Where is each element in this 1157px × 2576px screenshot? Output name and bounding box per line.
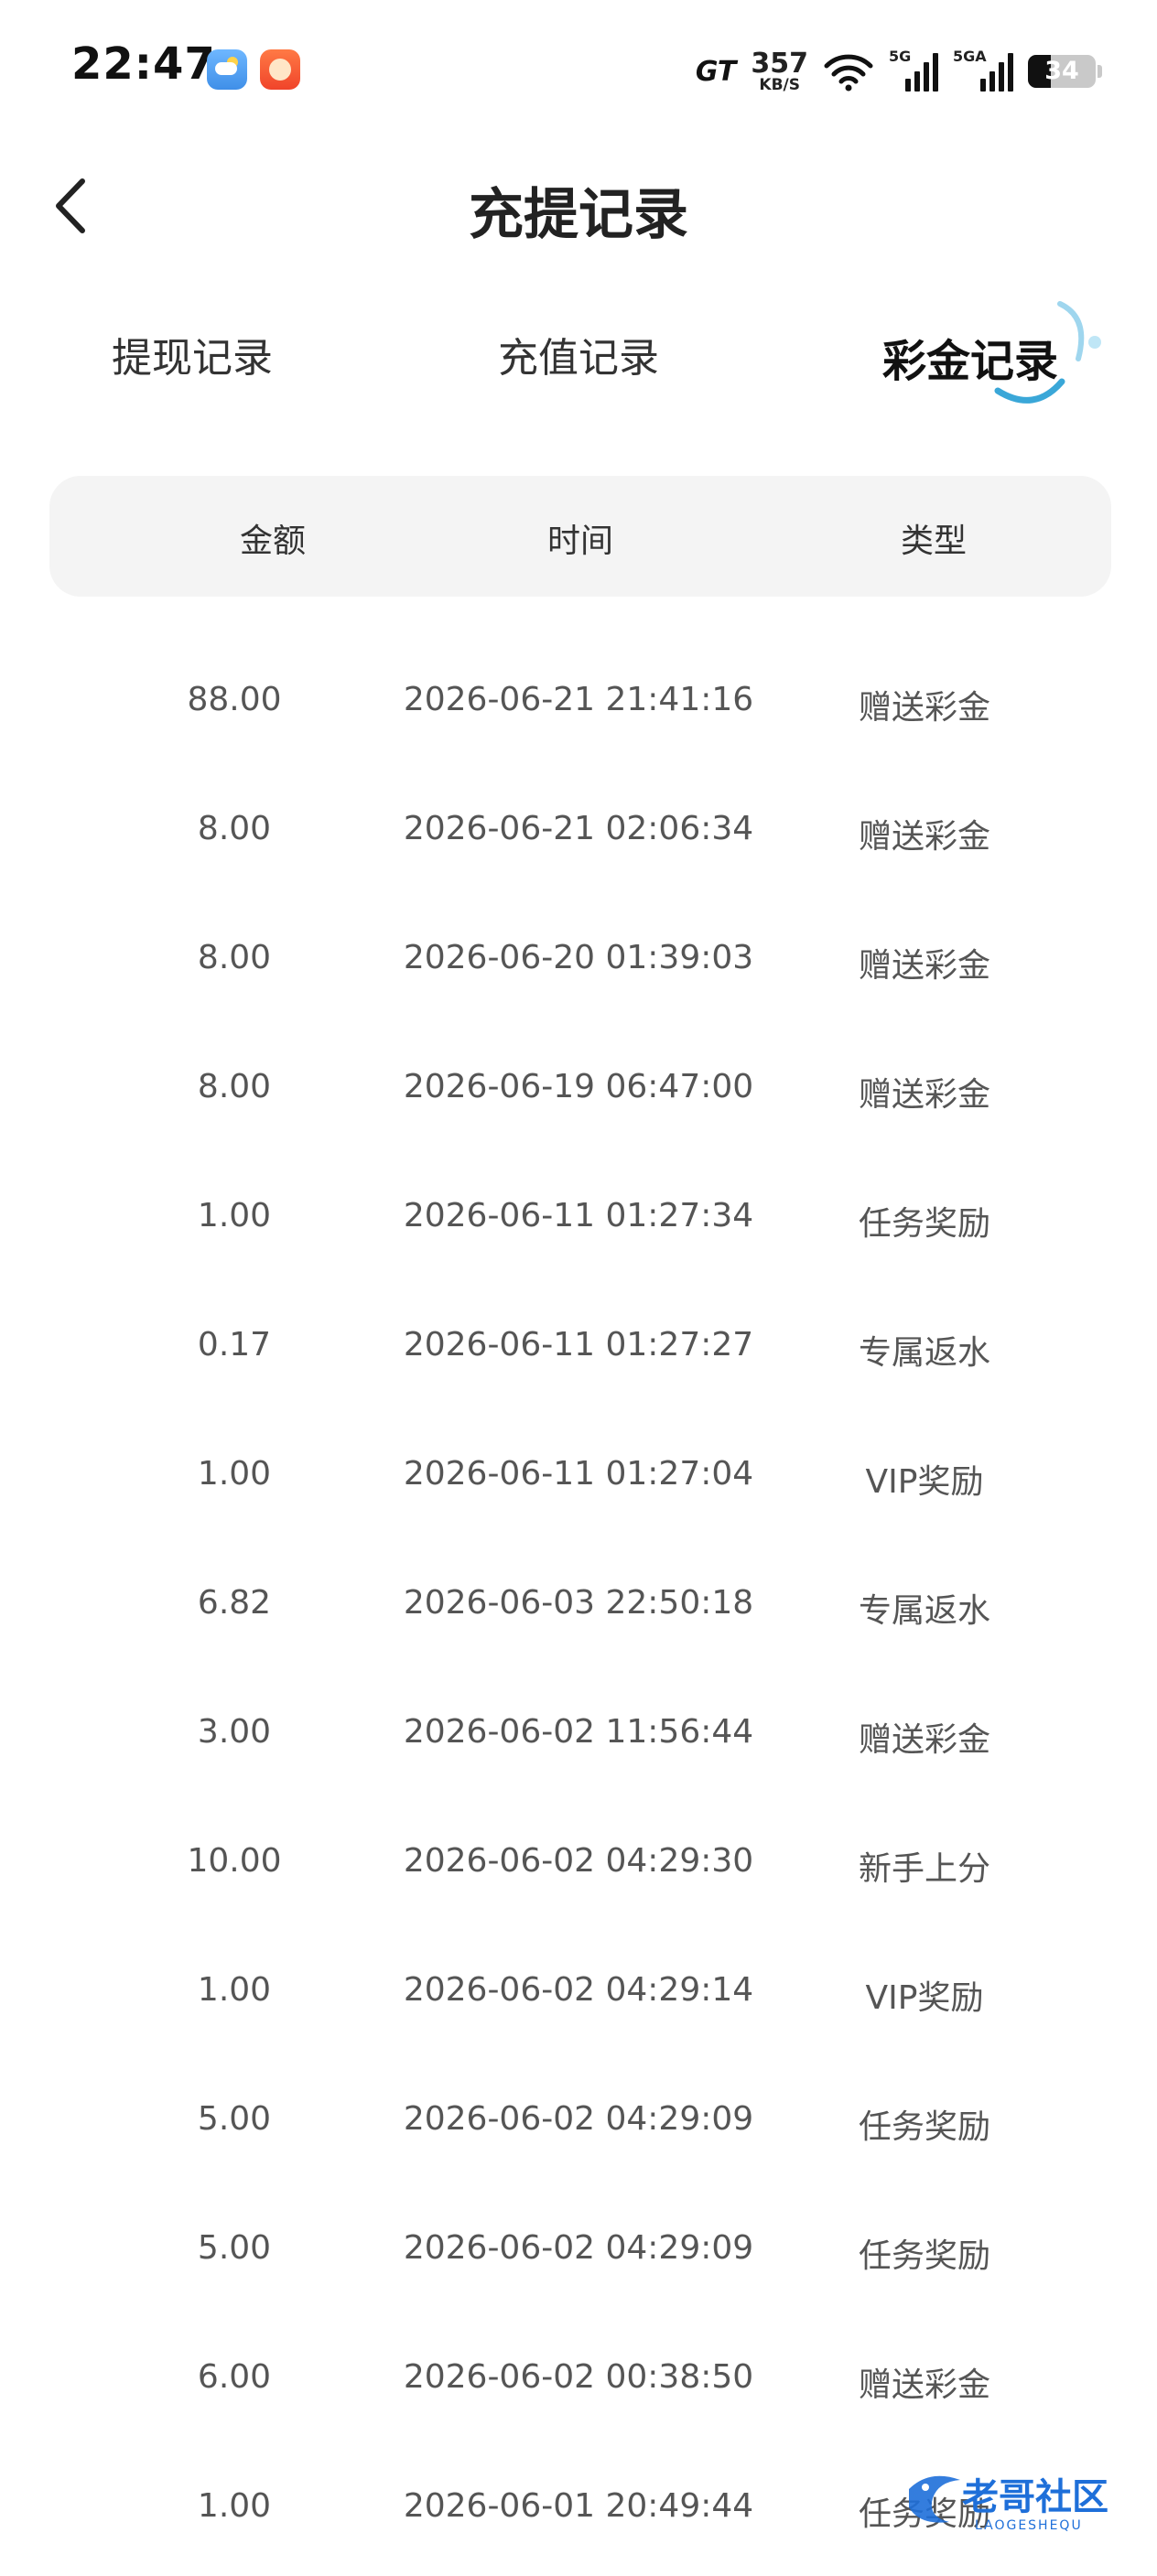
- type-cell: 任务奖励: [858, 2108, 990, 2146]
- time-cell: 2026-06-02 11:56:44: [403, 1713, 754, 1751]
- table-row: 88.00 2026-06-21 21:41:16 赠送彩金: [0, 641, 1157, 770]
- table-row: 6.00 2026-06-02 00:38:50 赠送彩金: [0, 2318, 1157, 2447]
- time-cell: 2026-06-02 04:29:09: [403, 2229, 754, 2267]
- type-cell: VIP奖励: [865, 1979, 984, 2017]
- network-brand: GT: [695, 55, 737, 88]
- type-cell: 专属返水: [858, 1592, 990, 1630]
- time-cell: 2026-06-21 21:41:16: [403, 681, 754, 718]
- type-cell: 新手上分: [858, 1850, 990, 1888]
- active-tab-indicator-icon: [994, 301, 1101, 404]
- table-row: 3.00 2026-06-02 11:56:44 赠送彩金: [0, 1673, 1157, 1802]
- amount-cell: 5.00: [197, 2100, 272, 2138]
- amount-cell: 10.00: [187, 1842, 282, 1880]
- time-cell: 2026-06-11 01:27:34: [403, 1197, 754, 1234]
- type-cell: 赠送彩金: [858, 818, 990, 856]
- amount-cell: 1.00: [197, 2487, 272, 2525]
- watermark-subtext: LAOGESHEQU: [975, 2518, 1083, 2533]
- amount-cell: 3.00: [197, 1713, 272, 1751]
- type-cell: 赠送彩金: [858, 2366, 990, 2404]
- table-row: 1.00 2026-06-11 01:27:34 任务奖励: [0, 1157, 1157, 1286]
- clock: 22:47: [71, 38, 216, 90]
- type-cell: 任务奖励: [858, 1205, 990, 1243]
- time-cell: 2026-06-02 04:29:14: [403, 1971, 754, 2009]
- table-row: 1.00 2026-06-11 01:27:04 VIP奖励: [0, 1415, 1157, 1544]
- amount-cell: 1.00: [197, 1971, 272, 2009]
- table-row: 0.17 2026-06-11 01:27:27 专属返水: [0, 1286, 1157, 1415]
- weather-app-icon: [207, 49, 247, 90]
- signal-icon: 5G: [889, 48, 938, 92]
- time-cell: 2026-06-20 01:39:03: [403, 939, 754, 976]
- battery-icon: 34: [1028, 55, 1096, 88]
- amount-cell: 6.82: [197, 1584, 272, 1622]
- amount-cell: 0.17: [197, 1326, 272, 1363]
- table-row: 8.00 2026-06-19 06:47:00 赠送彩金: [0, 1028, 1157, 1157]
- type-cell: VIP奖励: [865, 1463, 984, 1501]
- time-cell: 2026-06-19 06:47:00: [403, 1068, 754, 1105]
- table-row: 8.00 2026-06-21 02:06:34 赠送彩金: [0, 770, 1157, 899]
- table-row: 10.00 2026-06-02 04:29:30 新手上分: [0, 1802, 1157, 1931]
- amount-cell: 1.00: [197, 1455, 272, 1493]
- status-bar: 22:47 GT 357 KB/S 5G 5GA 34: [0, 0, 1157, 137]
- time-cell: 2026-06-11 01:27:04: [403, 1455, 754, 1493]
- amount-cell: 8.00: [197, 1068, 272, 1105]
- signal-icon: 5GA: [953, 48, 1013, 92]
- type-cell: 专属返水: [858, 1334, 990, 1372]
- column-header-time: 时间: [546, 523, 613, 560]
- watermark-text: 老哥社区: [962, 2476, 1108, 2518]
- type-cell: 赠送彩金: [858, 1721, 990, 1759]
- column-header-type: 类型: [900, 523, 967, 560]
- column-header-amount: 金额: [239, 523, 306, 560]
- tab-deposit-records[interactable]: 充值记录: [414, 325, 743, 383]
- table-row: 1.00 2026-06-02 04:29:14 VIP奖励: [0, 1931, 1157, 2060]
- type-cell: 赠送彩金: [858, 1076, 990, 1114]
- time-cell: 2026-06-03 22:50:18: [403, 1584, 754, 1622]
- time-cell: 2026-06-02 04:29:30: [403, 1842, 754, 1880]
- network-speed: 357 KB/S: [751, 47, 808, 94]
- time-cell: 2026-06-21 02:06:34: [403, 810, 754, 847]
- time-cell: 2026-06-11 01:27:27: [403, 1326, 754, 1363]
- amount-cell: 88.00: [187, 681, 282, 718]
- amount-cell: 5.00: [197, 2229, 272, 2267]
- table-header: 金额 时间 类型: [49, 476, 1111, 597]
- wifi-icon: [824, 54, 873, 92]
- amount-cell: 1.00: [197, 1197, 272, 1234]
- game-app-icon: [260, 49, 300, 90]
- table-row: 8.00 2026-06-20 01:39:03 赠送彩金: [0, 899, 1157, 1028]
- status-icons: GT 357 KB/S 5G 5GA 34: [696, 46, 1102, 97]
- table-row: 6.82 2026-06-03 22:50:18 专属返水: [0, 1544, 1157, 1673]
- table-row: 5.00 2026-06-02 04:29:09 任务奖励: [0, 2189, 1157, 2318]
- time-cell: 2026-06-01 20:49:44: [403, 2487, 754, 2525]
- page-title: 充提记录: [469, 183, 688, 247]
- time-cell: 2026-06-02 04:29:09: [403, 2100, 754, 2138]
- amount-cell: 6.00: [197, 2358, 272, 2396]
- type-cell: 赠送彩金: [858, 947, 990, 985]
- records-list: 88.00 2026-06-21 21:41:16 赠送彩金 8.00 2026…: [0, 641, 1157, 2576]
- tab-withdraw-records[interactable]: 提现记录: [27, 325, 357, 383]
- type-cell: 任务奖励: [858, 2237, 990, 2275]
- amount-cell: 8.00: [197, 810, 272, 847]
- watermark-logo: 老哥社区 LAOGESHEQU: [909, 2475, 1108, 2533]
- amount-cell: 8.00: [197, 939, 272, 976]
- table-row: 5.00 2026-06-02 04:29:09 任务奖励: [0, 2060, 1157, 2189]
- time-cell: 2026-06-02 00:38:50: [403, 2358, 754, 2396]
- type-cell: 赠送彩金: [858, 689, 990, 727]
